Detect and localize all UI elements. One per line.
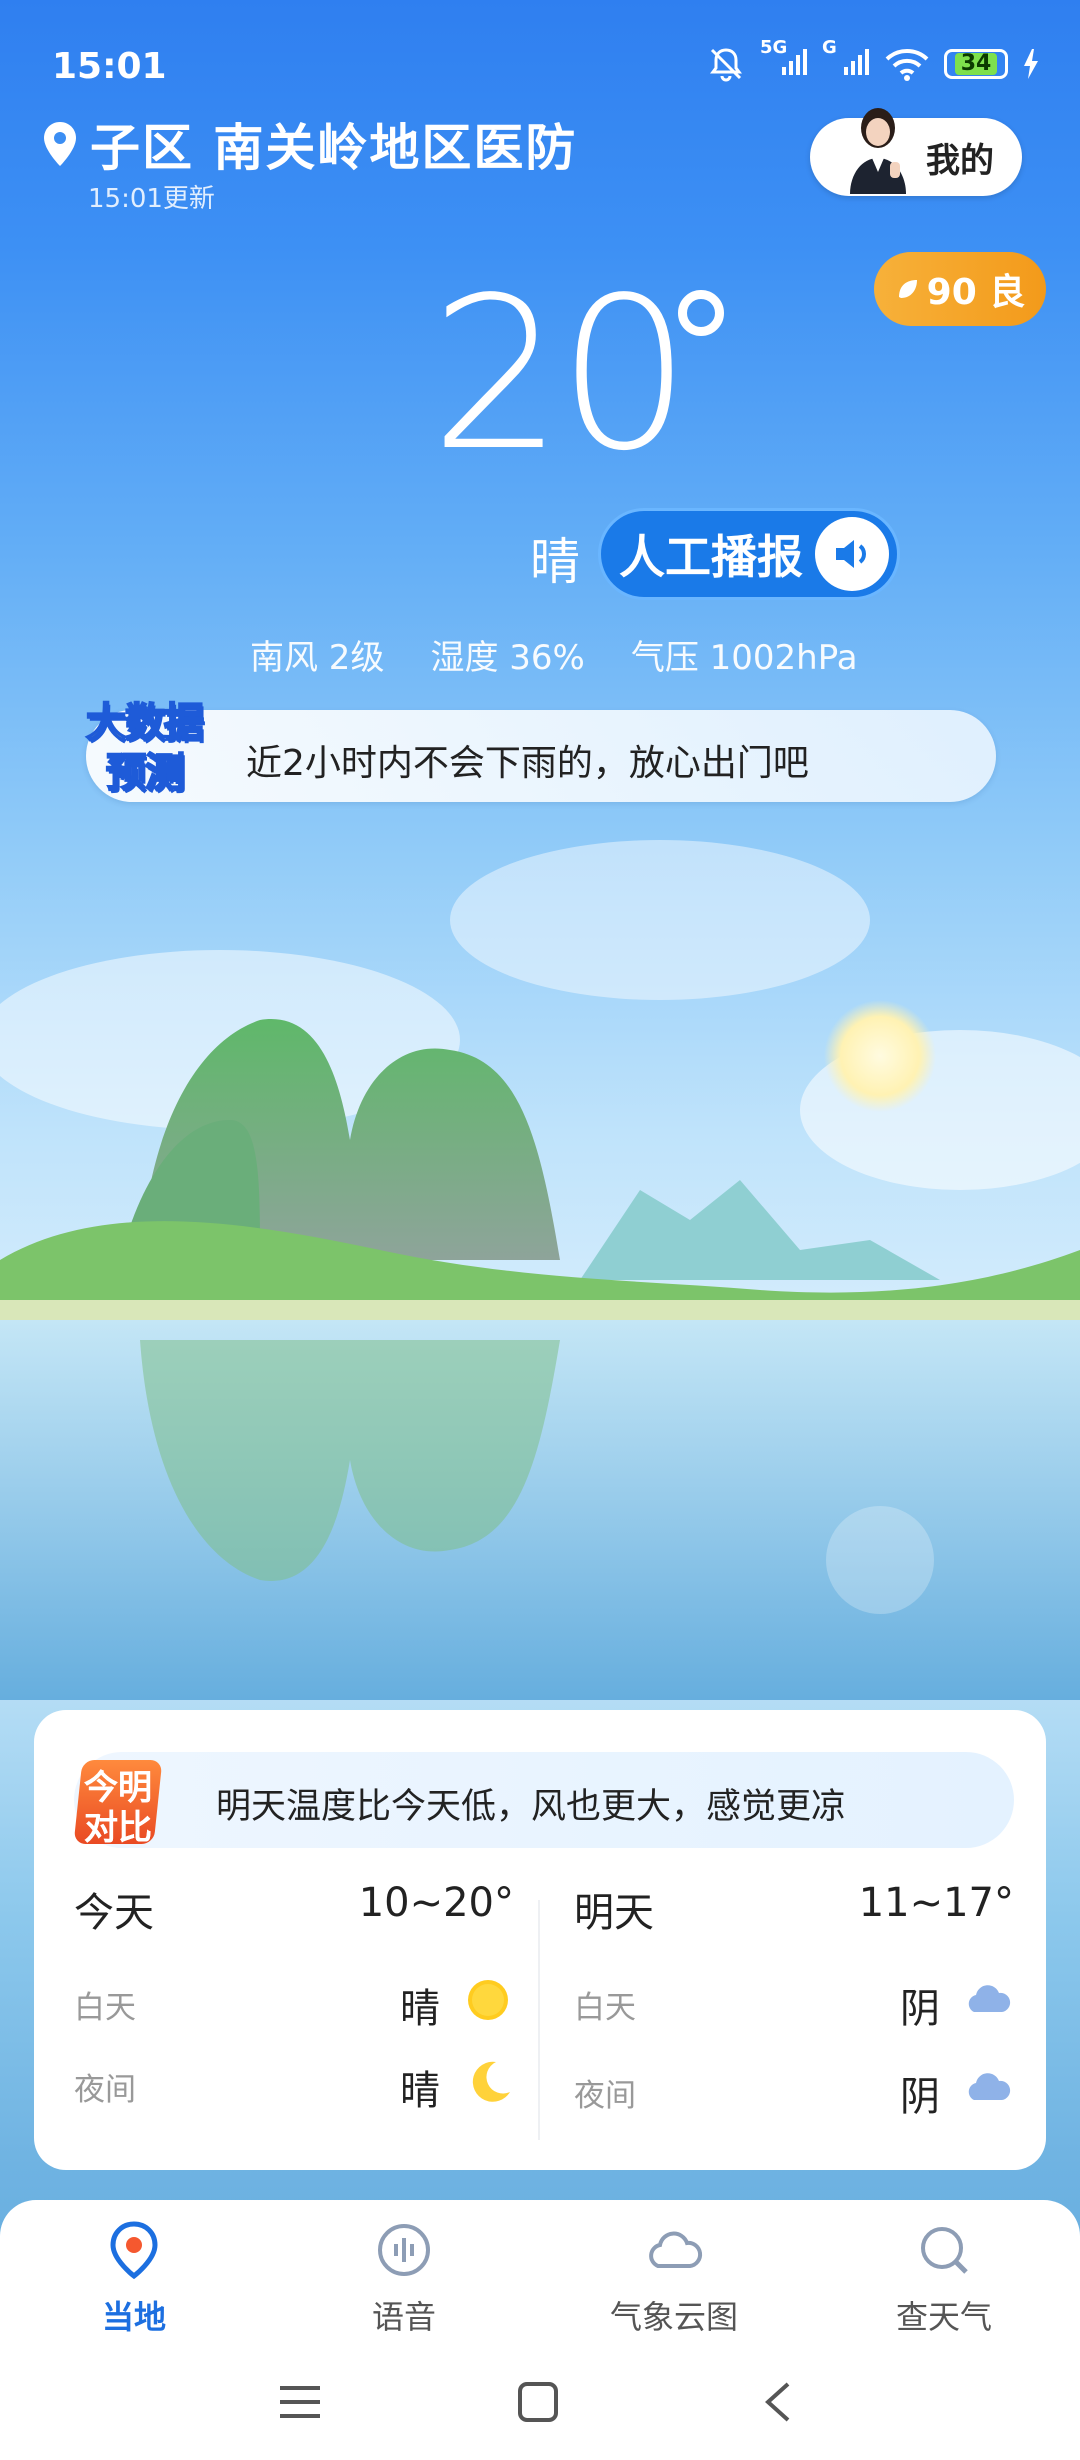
mute-bell-icon: [710, 48, 742, 82]
nav-cloud-map-label: 气象云图: [609, 2298, 738, 2336]
nav-local[interactable]: 当地: [44, 2220, 224, 2338]
compare-logo-line2: 对比: [84, 1808, 152, 1848]
home-icon[interactable]: [516, 2380, 560, 2424]
tomorrow-day-label: 白天: [574, 1990, 636, 2026]
degree-symbol: [678, 290, 724, 336]
tomorrow-night-row: 夜间 阴: [574, 2058, 1014, 2120]
leaf-icon: [898, 280, 917, 298]
signal-2: G: [822, 37, 870, 83]
wifi-icon: [885, 49, 929, 81]
charging-icon: [1024, 49, 1038, 79]
sun-icon: [468, 1980, 508, 2020]
network-type-2: G: [822, 37, 837, 58]
tomorrow-night-label: 夜间: [574, 2078, 636, 2114]
anchor-avatar: [850, 108, 906, 194]
current-condition: 晴: [530, 533, 580, 591]
location-pin-icon: [110, 2221, 158, 2280]
tomorrow-day-condition: 阴: [900, 1986, 940, 2032]
nav-voice[interactable]: 语音: [314, 2220, 494, 2338]
update-time: 15:01更新: [88, 184, 215, 214]
cloud-icon: [968, 1985, 1011, 2012]
my-profile-button[interactable]: 我的: [810, 108, 1022, 196]
pressure-info: 气压 1002hPa: [630, 638, 858, 678]
back-icon[interactable]: [760, 2380, 796, 2424]
location-selector[interactable]: 子区 南关岭地区医防: [40, 108, 600, 180]
today-label: 今天: [74, 1890, 154, 1936]
card-divider: [538, 1900, 540, 2140]
nav-search-weather-label: 查天气: [895, 2298, 992, 2336]
status-bar: 15:01 5G G 34: [52, 37, 1040, 90]
voice-icon: [378, 2224, 430, 2276]
bottom-navigation: 当地 语音 气象云图 查天气: [0, 2200, 1080, 2350]
humidity-info: 湿度 36%: [430, 638, 585, 678]
compare-text: 明天温度比今天低，风也更大，感觉更凉: [216, 1787, 847, 1827]
nav-search-weather[interactable]: 查天气: [854, 2220, 1034, 2338]
menu-icon[interactable]: [276, 2380, 324, 2424]
air-quality-badge[interactable]: 90 良: [874, 252, 1046, 326]
speaker-icon: [815, 517, 889, 591]
nav-cloud-map[interactable]: 气象云图: [584, 2220, 764, 2338]
battery-indicator: 34: [944, 49, 1008, 79]
system-navigation-bar: [0, 2350, 1080, 2460]
wind-info: 南风 2级: [250, 638, 385, 678]
search-weather-icon: [921, 2227, 968, 2274]
bigdata-logo: 大数据 预测: [80, 690, 220, 800]
my-profile-label: 我的: [926, 140, 994, 181]
air-quality-value: 90 良: [926, 272, 1026, 313]
today-night-row: 夜间 晴: [74, 2052, 514, 2114]
signal-1: 5G: [760, 37, 808, 83]
location-pin-icon: [44, 122, 76, 166]
compare-banner[interactable]: 明天温度比今天低，风也更大，感觉更凉: [74, 1752, 1014, 1848]
network-type-1: 5G: [760, 37, 788, 58]
today-range: 10~20°: [358, 1880, 514, 1926]
tomorrow-night-condition: 阴: [900, 2074, 940, 2120]
tomorrow-day-row: 白天 阴: [574, 1970, 1014, 2032]
tomorrow-range: 11~17°: [858, 1880, 1014, 1926]
cloud-icon: [968, 2073, 1011, 2100]
weather-details: 南风 2级 湿度 36% 气压 1002hPa: [250, 630, 858, 679]
status-time: 15:01: [52, 46, 167, 87]
moon-icon: [472, 2061, 510, 2102]
current-temperature: 20: [430, 252, 691, 497]
nav-local-label: 当地: [101, 2298, 166, 2336]
forecast-card: 明天温度比今天低，风也更大，感觉更凉 今明 对比 今天 10~20° 白天 晴 …: [34, 1710, 1046, 2170]
today-night-condition: 晴: [400, 2068, 440, 2114]
weather-screen: 15:01 5G G 34 子区 南关岭地区医防 15:01更新 我的 90 良…: [0, 0, 1080, 2460]
today-day-condition: 晴: [400, 1986, 440, 2032]
nav-voice-label: 语音: [371, 2298, 436, 2336]
today-day-row: 白天 晴: [74, 1970, 514, 2032]
bigdata-logo-line2: 预测: [105, 749, 186, 797]
status-icons: 5G G 34: [706, 37, 1040, 84]
tomorrow-label: 明天: [574, 1890, 654, 1936]
location-name: 子区 南关岭地区医防: [90, 119, 578, 177]
battery-level: 34: [954, 53, 998, 75]
compare-logo: 今明 对比: [73, 1760, 164, 1848]
bigdata-forecast-banner[interactable]: 近2小时内不会下雨的，放心出门吧: [86, 710, 996, 802]
broadcast-label: 人工播报: [619, 530, 803, 584]
landscape-illustration: [0, 840, 1080, 1700]
cloud-map-icon: [649, 2231, 703, 2268]
today-day-label: 白天: [74, 1990, 136, 2026]
voice-broadcast-button[interactable]: 人工播报: [598, 508, 900, 600]
bigdata-message: 近2小时内不会下雨的，放心出门吧: [246, 743, 809, 784]
today-night-label: 夜间: [74, 2072, 136, 2108]
